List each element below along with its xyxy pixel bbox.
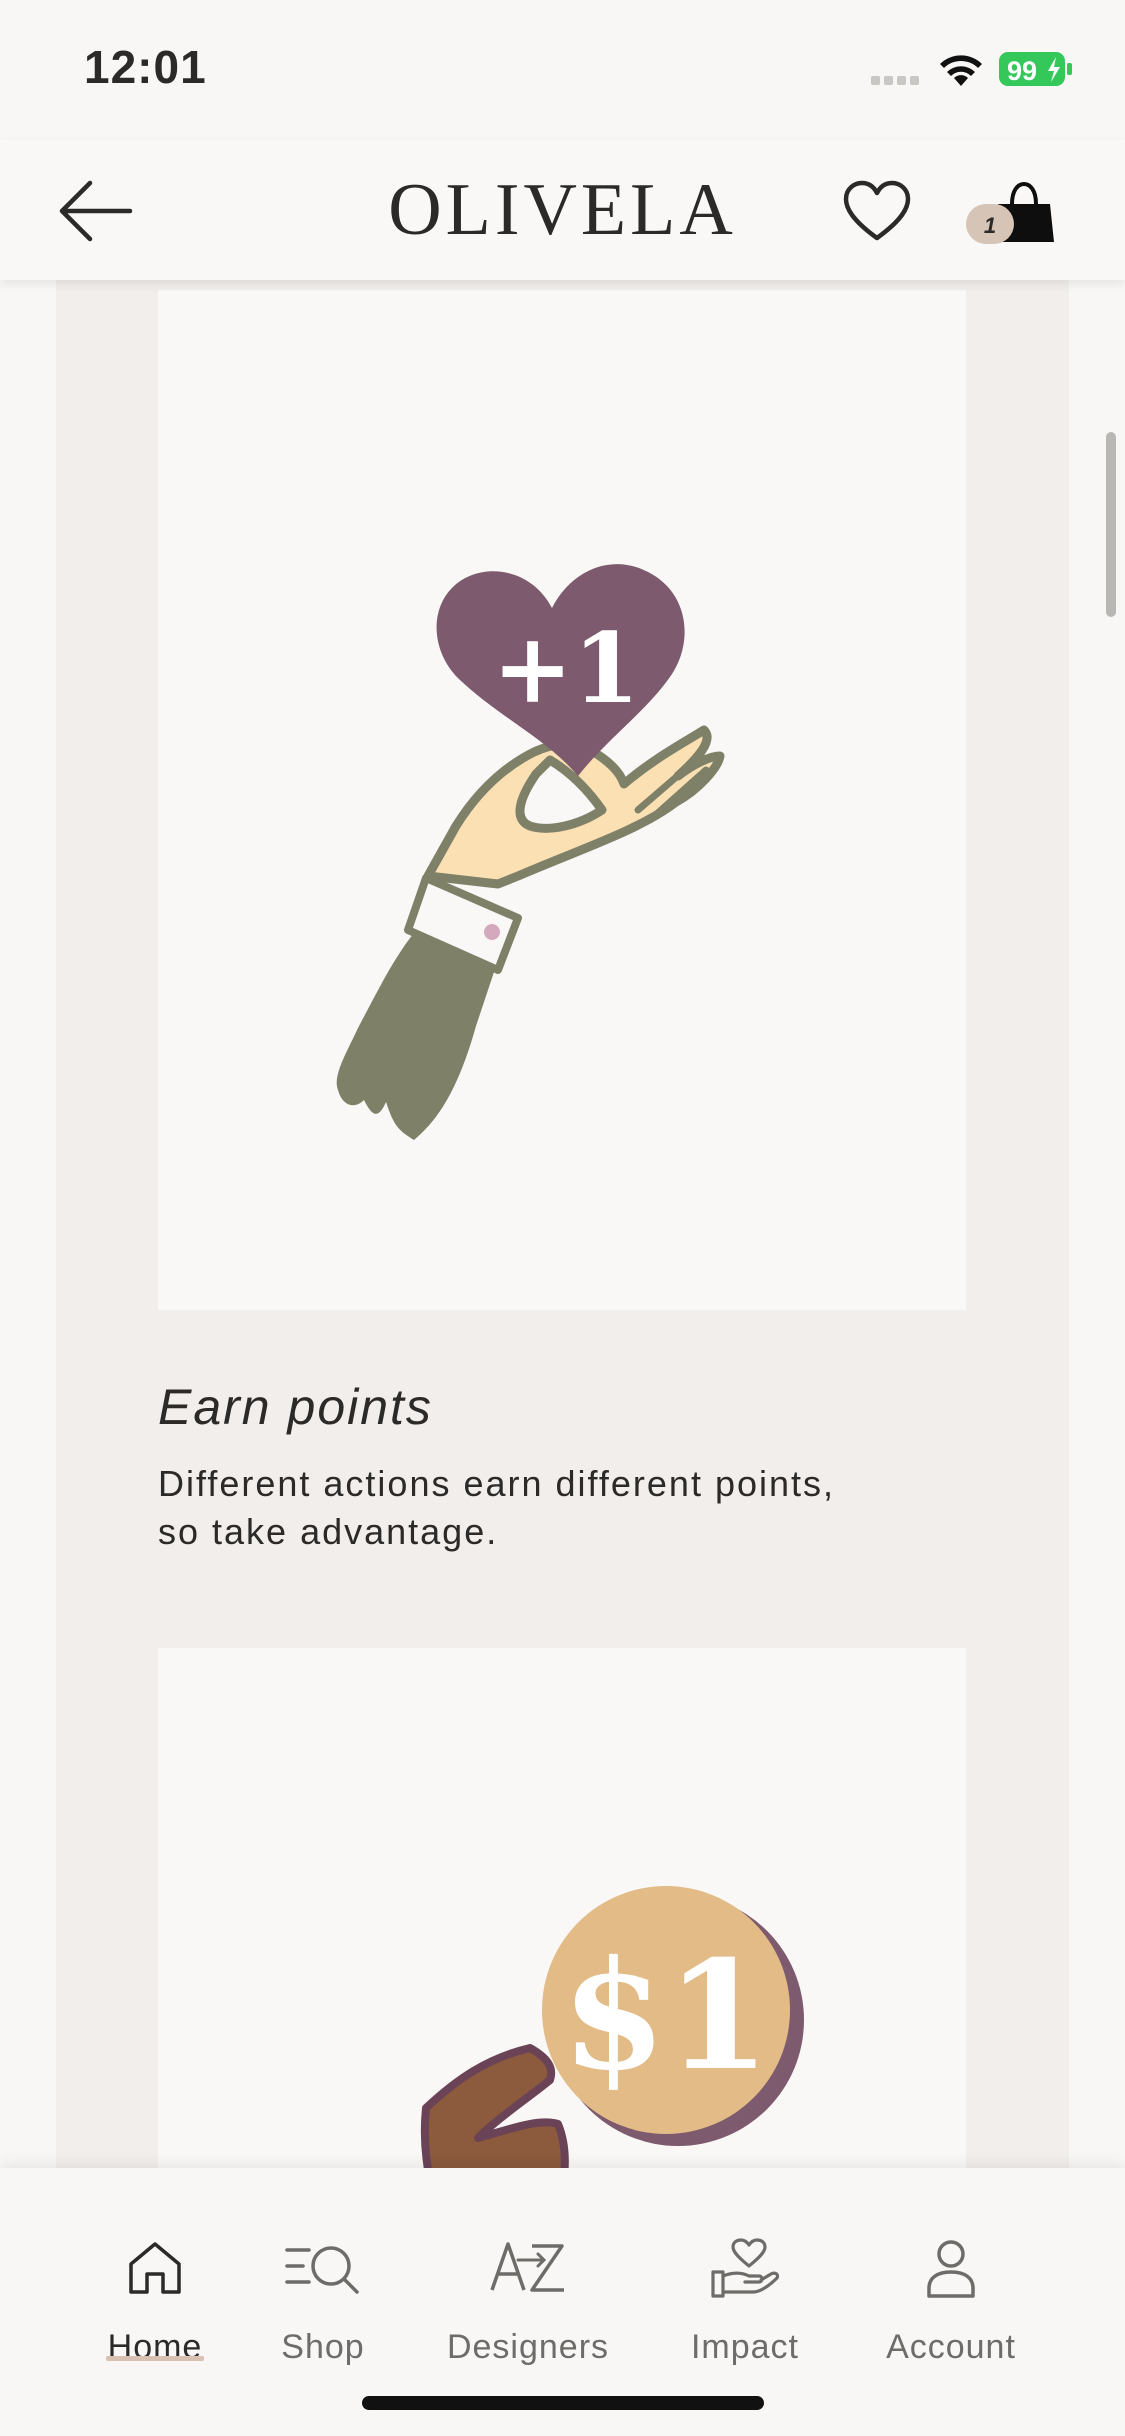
tab-shop[interactable]: Shop xyxy=(258,2168,388,2368)
status-bar: 12:01 99 xyxy=(0,0,1125,140)
tab-account[interactable]: Account xyxy=(876,2168,1026,2368)
heart-hand-icon xyxy=(711,2238,780,2298)
bag-count-badge: 1 xyxy=(966,204,1014,244)
tab-designers[interactable]: Designers xyxy=(436,2168,620,2368)
tab-label: Shop xyxy=(281,2328,365,2366)
wishlist-button[interactable] xyxy=(842,180,912,244)
status-icons: 99 xyxy=(871,52,1072,86)
tab-label: Impact xyxy=(690,2328,800,2366)
card-title: Earn points xyxy=(158,1379,433,1435)
cellular-signal-icon xyxy=(871,76,919,85)
heart-icon xyxy=(843,180,911,241)
brand-logo[interactable]: OLIVELA xyxy=(0,168,1125,253)
status-time: 12:01 xyxy=(84,41,207,93)
earn-points-illustration: +1 xyxy=(158,290,966,1310)
shop-search-icon xyxy=(285,2246,359,2294)
hand-holding-heart-illustration: +1 xyxy=(336,564,725,1140)
home-icon xyxy=(129,2242,181,2294)
shopping-bag-button[interactable]: 1 xyxy=(966,176,1056,248)
wifi-icon xyxy=(940,55,982,86)
app-screen: 12:01 99 OLIVELA 1 +1 Earn points Differ… xyxy=(0,0,1125,2436)
battery-level: 99 xyxy=(1007,56,1037,86)
tab-impact[interactable]: Impact xyxy=(680,2168,810,2368)
tab-home[interactable]: Home xyxy=(90,2168,220,2368)
a-z-icon xyxy=(490,2242,564,2292)
card-description: Different actions earn different points,… xyxy=(158,1463,836,1552)
scrollbar[interactable] xyxy=(1106,432,1116,617)
redeem-illustration: $1 xyxy=(158,1648,966,2252)
person-icon xyxy=(927,2240,975,2298)
dollar-one-text: $1 xyxy=(562,1928,771,2104)
tab-label: Account xyxy=(886,2328,1016,2366)
tab-label: Home xyxy=(107,2328,203,2366)
home-indicator[interactable] xyxy=(362,2396,764,2410)
battery-icon: 99 xyxy=(999,52,1072,86)
rewards-steps-panel: +1 Earn points Different actions earn di… xyxy=(56,280,1069,2252)
app-header: OLIVELA 1 xyxy=(0,140,1125,280)
plus-one-text: +1 xyxy=(492,612,639,725)
active-tab-indicator xyxy=(106,2356,204,2361)
tab-label: Designers xyxy=(446,2328,610,2366)
